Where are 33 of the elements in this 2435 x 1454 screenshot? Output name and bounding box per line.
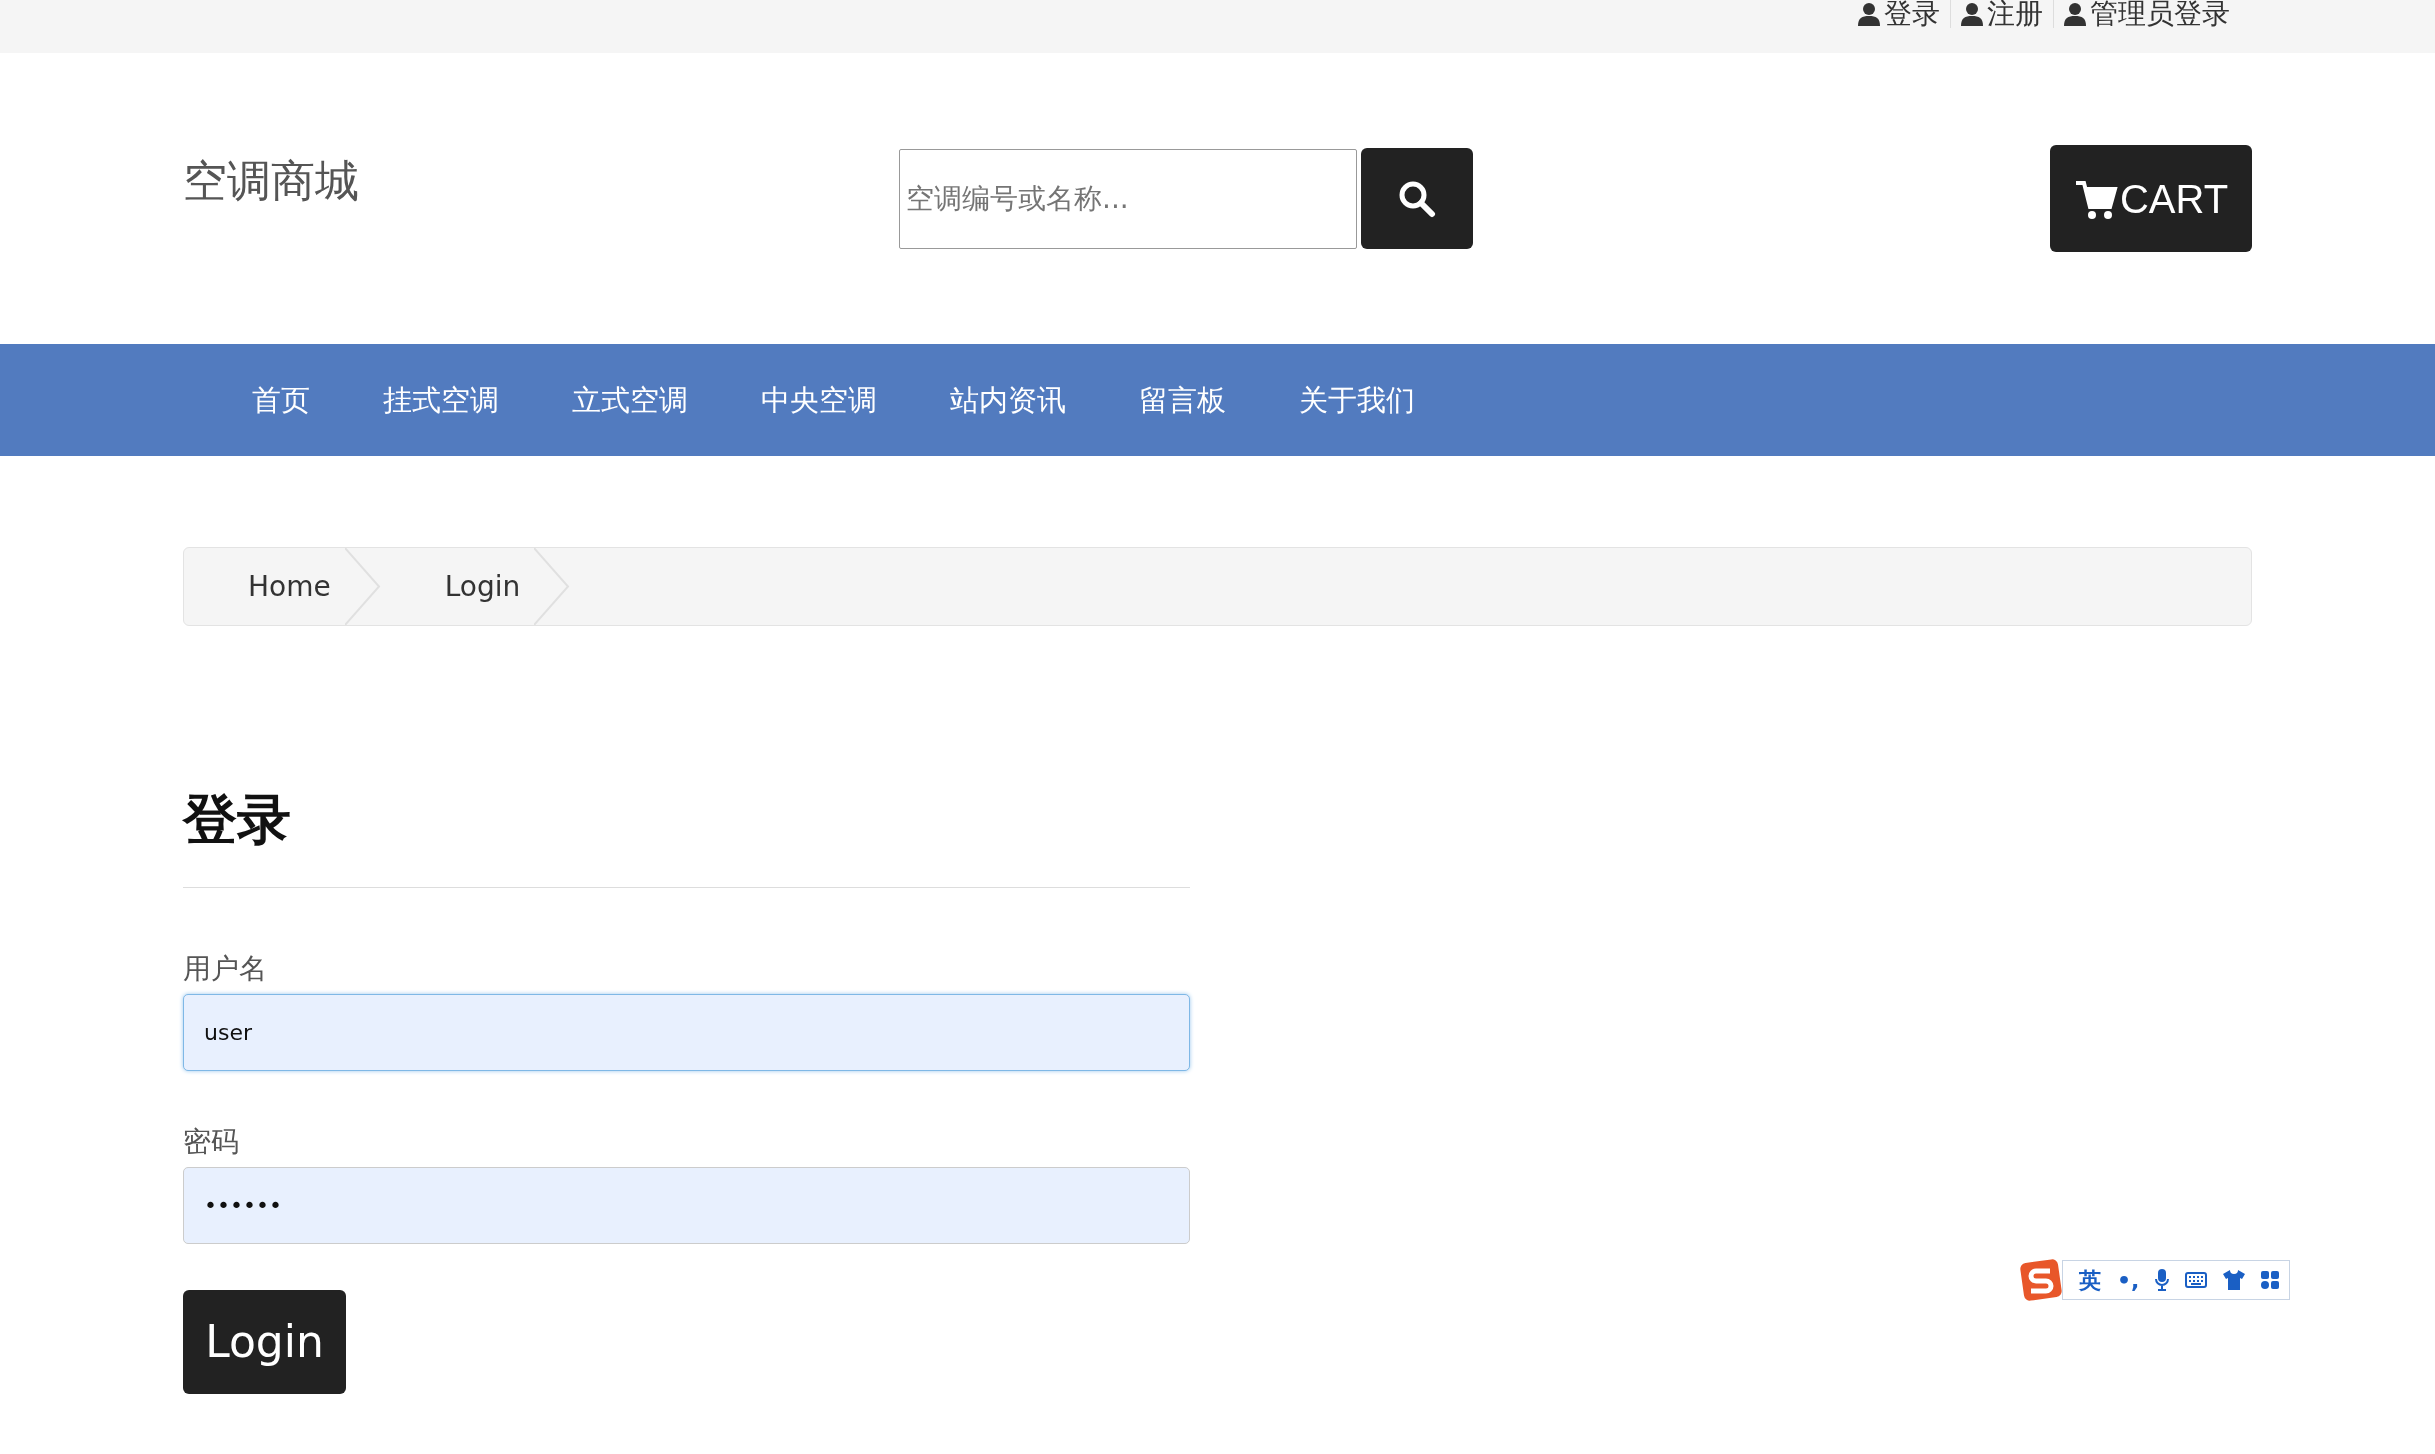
breadcrumb-link[interactable]: Home — [184, 548, 335, 625]
user-icon — [1961, 2, 1983, 26]
login-button[interactable]: Login — [183, 1289, 346, 1394]
ime-logo-icon[interactable] — [2020, 1259, 2062, 1301]
nav-link[interactable]: 挂式空调 — [359, 344, 523, 456]
top-link[interactable]: 注册 — [1951, 0, 2054, 28]
top-link[interactable]: 管理员登录 — [2054, 0, 2240, 28]
site-title: 空调商城 — [183, 154, 359, 208]
ime-punctuation-toggle[interactable]: •, — [2117, 1263, 2140, 1297]
cart-button[interactable]: CART — [2050, 145, 2252, 252]
shirt-icon[interactable] — [2223, 1270, 2246, 1290]
search-icon — [1398, 179, 1436, 218]
microphone-icon[interactable] — [2155, 1269, 2170, 1291]
user-icon — [1858, 2, 1880, 26]
nav-link[interactable]: 中央空调 — [737, 344, 901, 456]
nav-link[interactable]: 关于我们 — [1275, 344, 1439, 456]
user-icon — [2064, 2, 2086, 26]
search-button[interactable] — [1361, 148, 1473, 249]
nav-link[interactable]: 首页 — [228, 344, 334, 456]
keyboard-icon[interactable] — [2185, 1272, 2208, 1288]
page-heading: 登录 — [183, 788, 292, 853]
top-link[interactable]: 登录 — [1848, 0, 1951, 28]
field-label: 密码 — [183, 1123, 240, 1160]
ime-mode-toggle[interactable]: 英 — [2079, 1263, 2101, 1297]
breadcrumb-link[interactable]: Login — [380, 548, 525, 625]
input-field[interactable]: •••••• — [183, 1166, 1190, 1244]
nav-link[interactable]: 站内资讯 — [926, 344, 1090, 456]
grid-icon[interactable] — [2261, 1271, 2280, 1289]
input-field[interactable]: user — [183, 993, 1190, 1071]
search-field[interactable]: 空调编号或名称... — [899, 148, 1357, 249]
field-label: 用户名 — [183, 950, 268, 987]
nav-link[interactable]: 立式空调 — [548, 344, 712, 456]
nav-link[interactable]: 留言板 — [1115, 344, 1250, 456]
